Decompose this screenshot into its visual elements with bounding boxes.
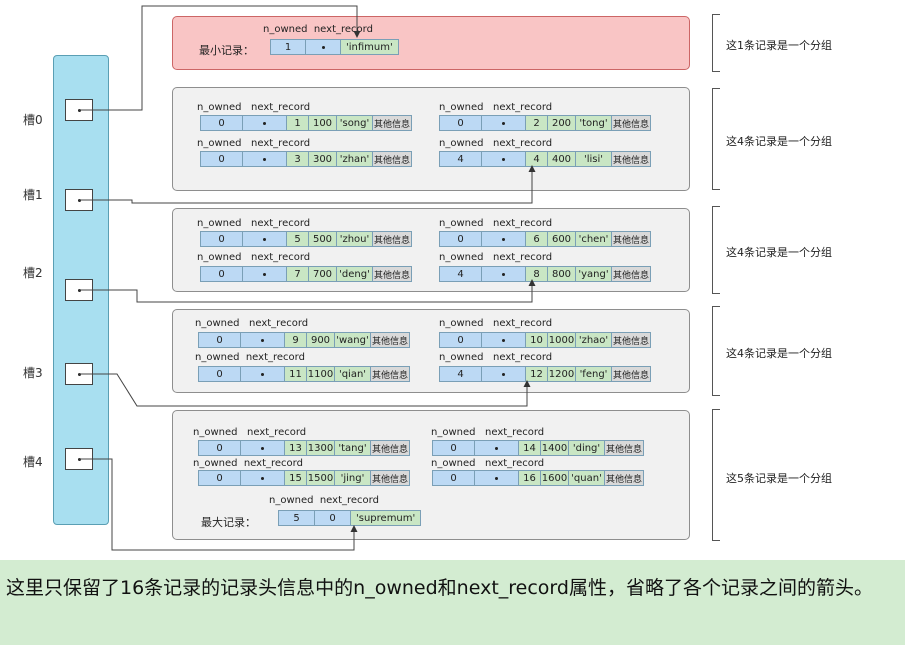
record-tang: 0 13 1300'tang' 其他信息 <box>198 440 410 456</box>
record-tong: 0 2 200'tong' 其他信息 <box>439 115 651 131</box>
group1-header-right-b: n_owned next_record <box>439 138 553 149</box>
infimum-record: 1 'infimum' <box>270 39 399 55</box>
supremum-name: 'supremum' <box>351 511 421 525</box>
slot-pointer-2 <box>65 279 93 301</box>
group3-header-left-a: n_owned next_record <box>195 318 309 329</box>
group-2: n_owned next_record 0 5 500'zhou' 其他信息 n_ow… <box>172 208 690 292</box>
record-qian: 0 11 1100'qian' 其他信息 <box>198 366 410 382</box>
caption: 这里只保留了16条记录的记录头信息中的n_owned和next_record属性… <box>0 560 905 645</box>
group4-header-left-b: n_owned next_record <box>193 458 303 469</box>
slot-pointer-1 <box>65 189 93 211</box>
group2-header-right-a: n_owned next_record <box>439 218 553 229</box>
group-note-4: 这5条记录是一个分组 <box>726 472 832 485</box>
slot-label-0: 槽0 <box>23 113 43 127</box>
group-infimum: n_owned next_record 最小记录： 1 'infimum' <box>172 16 690 70</box>
group-note-3: 这4条记录是一个分组 <box>726 347 832 360</box>
group-note-0: 这1条记录是一个分组 <box>726 39 832 52</box>
group2-header-left-b: n_owned next_record <box>197 252 311 263</box>
supremum-next-record: 0 <box>315 511 351 525</box>
infimum-header: n_owned next_record <box>263 24 373 35</box>
record-lisi: 4 4 400'lisi' 其他信息 <box>439 151 651 167</box>
slot-pointer-3 <box>65 363 93 385</box>
slot-pointer-4 <box>65 448 93 470</box>
group-4: n_owned next_record 0 13 1300'tang' 其他信息 n_… <box>172 410 690 540</box>
bracket-group-1 <box>712 88 720 190</box>
group4-header-left-a: n_owned next_record <box>193 427 307 438</box>
record-zhou: 0 5 500'zhou' 其他信息 <box>200 231 412 247</box>
record-chen: 0 6 600'chen' 其他信息 <box>439 231 651 247</box>
group-note-1: 这4条记录是一个分组 <box>726 135 832 148</box>
record-deng: 0 7 700'deng' 其他信息 <box>200 266 412 282</box>
supremum-record: 5 0 'supremum' <box>278 510 422 526</box>
slot-label-3: 槽3 <box>23 366 43 380</box>
record-ding: 0 14 1400'ding' 其他信息 <box>432 440 644 456</box>
slot-pointer-0 <box>65 99 93 121</box>
group3-header-right-b: n_owned next_record <box>439 352 553 363</box>
group3-header-right-a: n_owned next_record <box>439 318 553 329</box>
group-1: n_owned next_record 0 1 100'song' 其他信息 n_ow… <box>172 87 690 191</box>
group-note-2: 这4条记录是一个分组 <box>726 246 832 259</box>
supremum-label: 最大记录： <box>201 516 256 529</box>
slot-label-2: 槽2 <box>23 266 43 280</box>
bracket-group-2 <box>712 206 720 294</box>
bracket-group-4 <box>712 409 720 541</box>
record-feng: 4 12 1200'feng' 其他信息 <box>439 366 651 382</box>
group4-header-right-a: n_owned next_record <box>431 427 545 438</box>
record-yang: 4 8 800'yang' 其他信息 <box>439 266 651 282</box>
infimum-next-record <box>306 40 341 54</box>
record-song: 0 1 100'song' 其他信息 <box>200 115 412 131</box>
record-zhao: 0 10 1000'zhao' 其他信息 <box>439 332 651 348</box>
bracket-group-0 <box>712 14 720 72</box>
group3-header-left-b: n_owned next_record <box>195 352 305 363</box>
group-3: n_owned next_record 0 9 900'wang' 其他信息 n_ow… <box>172 309 690 393</box>
group2-header-left-a: n_owned next_record <box>197 218 311 229</box>
infimum-n-owned: 1 <box>271 40 306 54</box>
record-quan: 0 16 1600'quan' 其他信息 <box>432 470 644 486</box>
group1-header-left-a: n_owned next_record <box>197 102 311 113</box>
slot-label-4: 槽4 <box>23 455 43 469</box>
group4-header-right-b: n_owned next_record <box>431 458 545 469</box>
supremum-n-owned: 5 <box>279 511 315 525</box>
infimum-name: 'infimum' <box>341 40 398 54</box>
supremum-header: n_owned next_record <box>269 495 379 506</box>
group1-header-left-b: n_owned next_record <box>197 138 311 149</box>
slot-label-1: 槽1 <box>23 188 43 202</box>
infimum-label: 最小记录： <box>199 44 254 57</box>
page-directory-diagram: 槽0 槽1 槽2 槽3 槽4 n_owned next_record 最小记录：… <box>0 0 905 645</box>
record-jing: 0 15 1500'jing' 其他信息 <box>198 470 410 486</box>
group2-header-right-b: n_owned next_record <box>439 252 553 263</box>
group1-header-right-a: n_owned next_record <box>439 102 553 113</box>
bracket-group-3 <box>712 306 720 396</box>
record-zhan: 0 3 300'zhan' 其他信息 <box>200 151 412 167</box>
record-wang: 0 9 900'wang' 其他信息 <box>198 332 410 348</box>
